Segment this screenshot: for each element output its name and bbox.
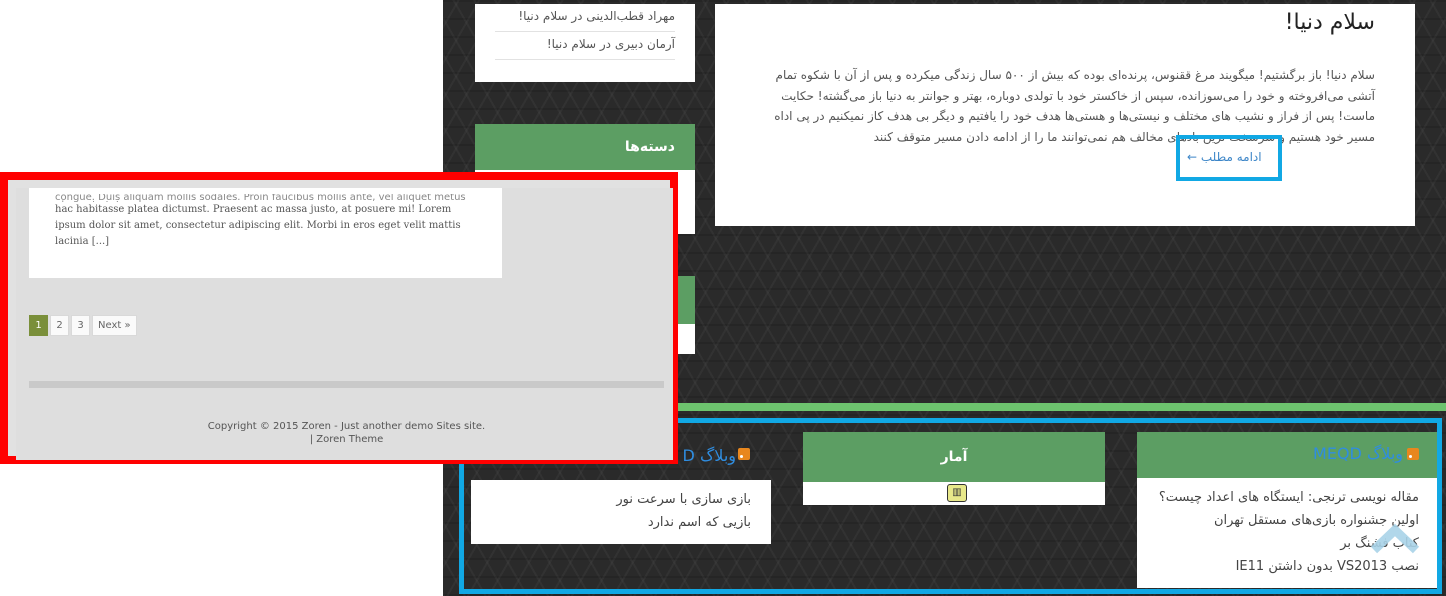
- theme-credit-link[interactable]: | Zoren Theme: [29, 433, 664, 446]
- scroll-to-top-icon[interactable]: [1370, 520, 1420, 558]
- copyright-text: Copyright © 2015 Zoren - Just another de…: [29, 420, 664, 446]
- overlay-screenshot-frame: congue. Duis aliquam mollis sodales. Pro…: [0, 172, 678, 464]
- recent-comments-widget: مهراد قطب‌الدینی در سلام دنیا! آرمان دبی…: [475, 4, 695, 82]
- page-link-2[interactable]: 2: [50, 315, 69, 336]
- recent-comment-link[interactable]: مهراد قطب‌الدینی در سلام دنیا!: [495, 4, 675, 32]
- post-excerpt: سلام دنیا! باز برگشتیم! میگویند مرغ ققنو…: [774, 68, 1375, 144]
- copyright-line: Copyright © 2015 Zoren - Just another de…: [207, 421, 486, 432]
- post-title[interactable]: سلام دنیا!: [755, 10, 1375, 35]
- page-link-1[interactable]: 1: [29, 315, 48, 336]
- blog-post: سلام دنیا! سلام دنیا! باز برگشتیم! میگوی…: [715, 4, 1415, 226]
- page-link-3[interactable]: 3: [71, 315, 90, 336]
- next-page-link[interactable]: Next »: [92, 315, 137, 336]
- recent-comment-link[interactable]: آرمان دبیری در سلام دنیا!: [495, 32, 675, 60]
- overlay-page: congue. Duis aliquam mollis sodales. Pro…: [16, 188, 673, 460]
- footer-rule: [29, 381, 664, 388]
- pagination: 1 2 3 Next »: [29, 315, 137, 336]
- read-more-link[interactable]: ادامه مطلب ←: [1185, 150, 1264, 164]
- post-card: congue. Duis aliquam mollis sodales. Pro…: [29, 188, 502, 278]
- post-excerpt-cut: congue. Duis aliquam mollis sodales. Pro…: [55, 194, 466, 202]
- post-excerpt: hac habitasse platea dictumst. Praesent …: [55, 204, 461, 247]
- categories-widget-title: دسته‌ها: [475, 124, 695, 170]
